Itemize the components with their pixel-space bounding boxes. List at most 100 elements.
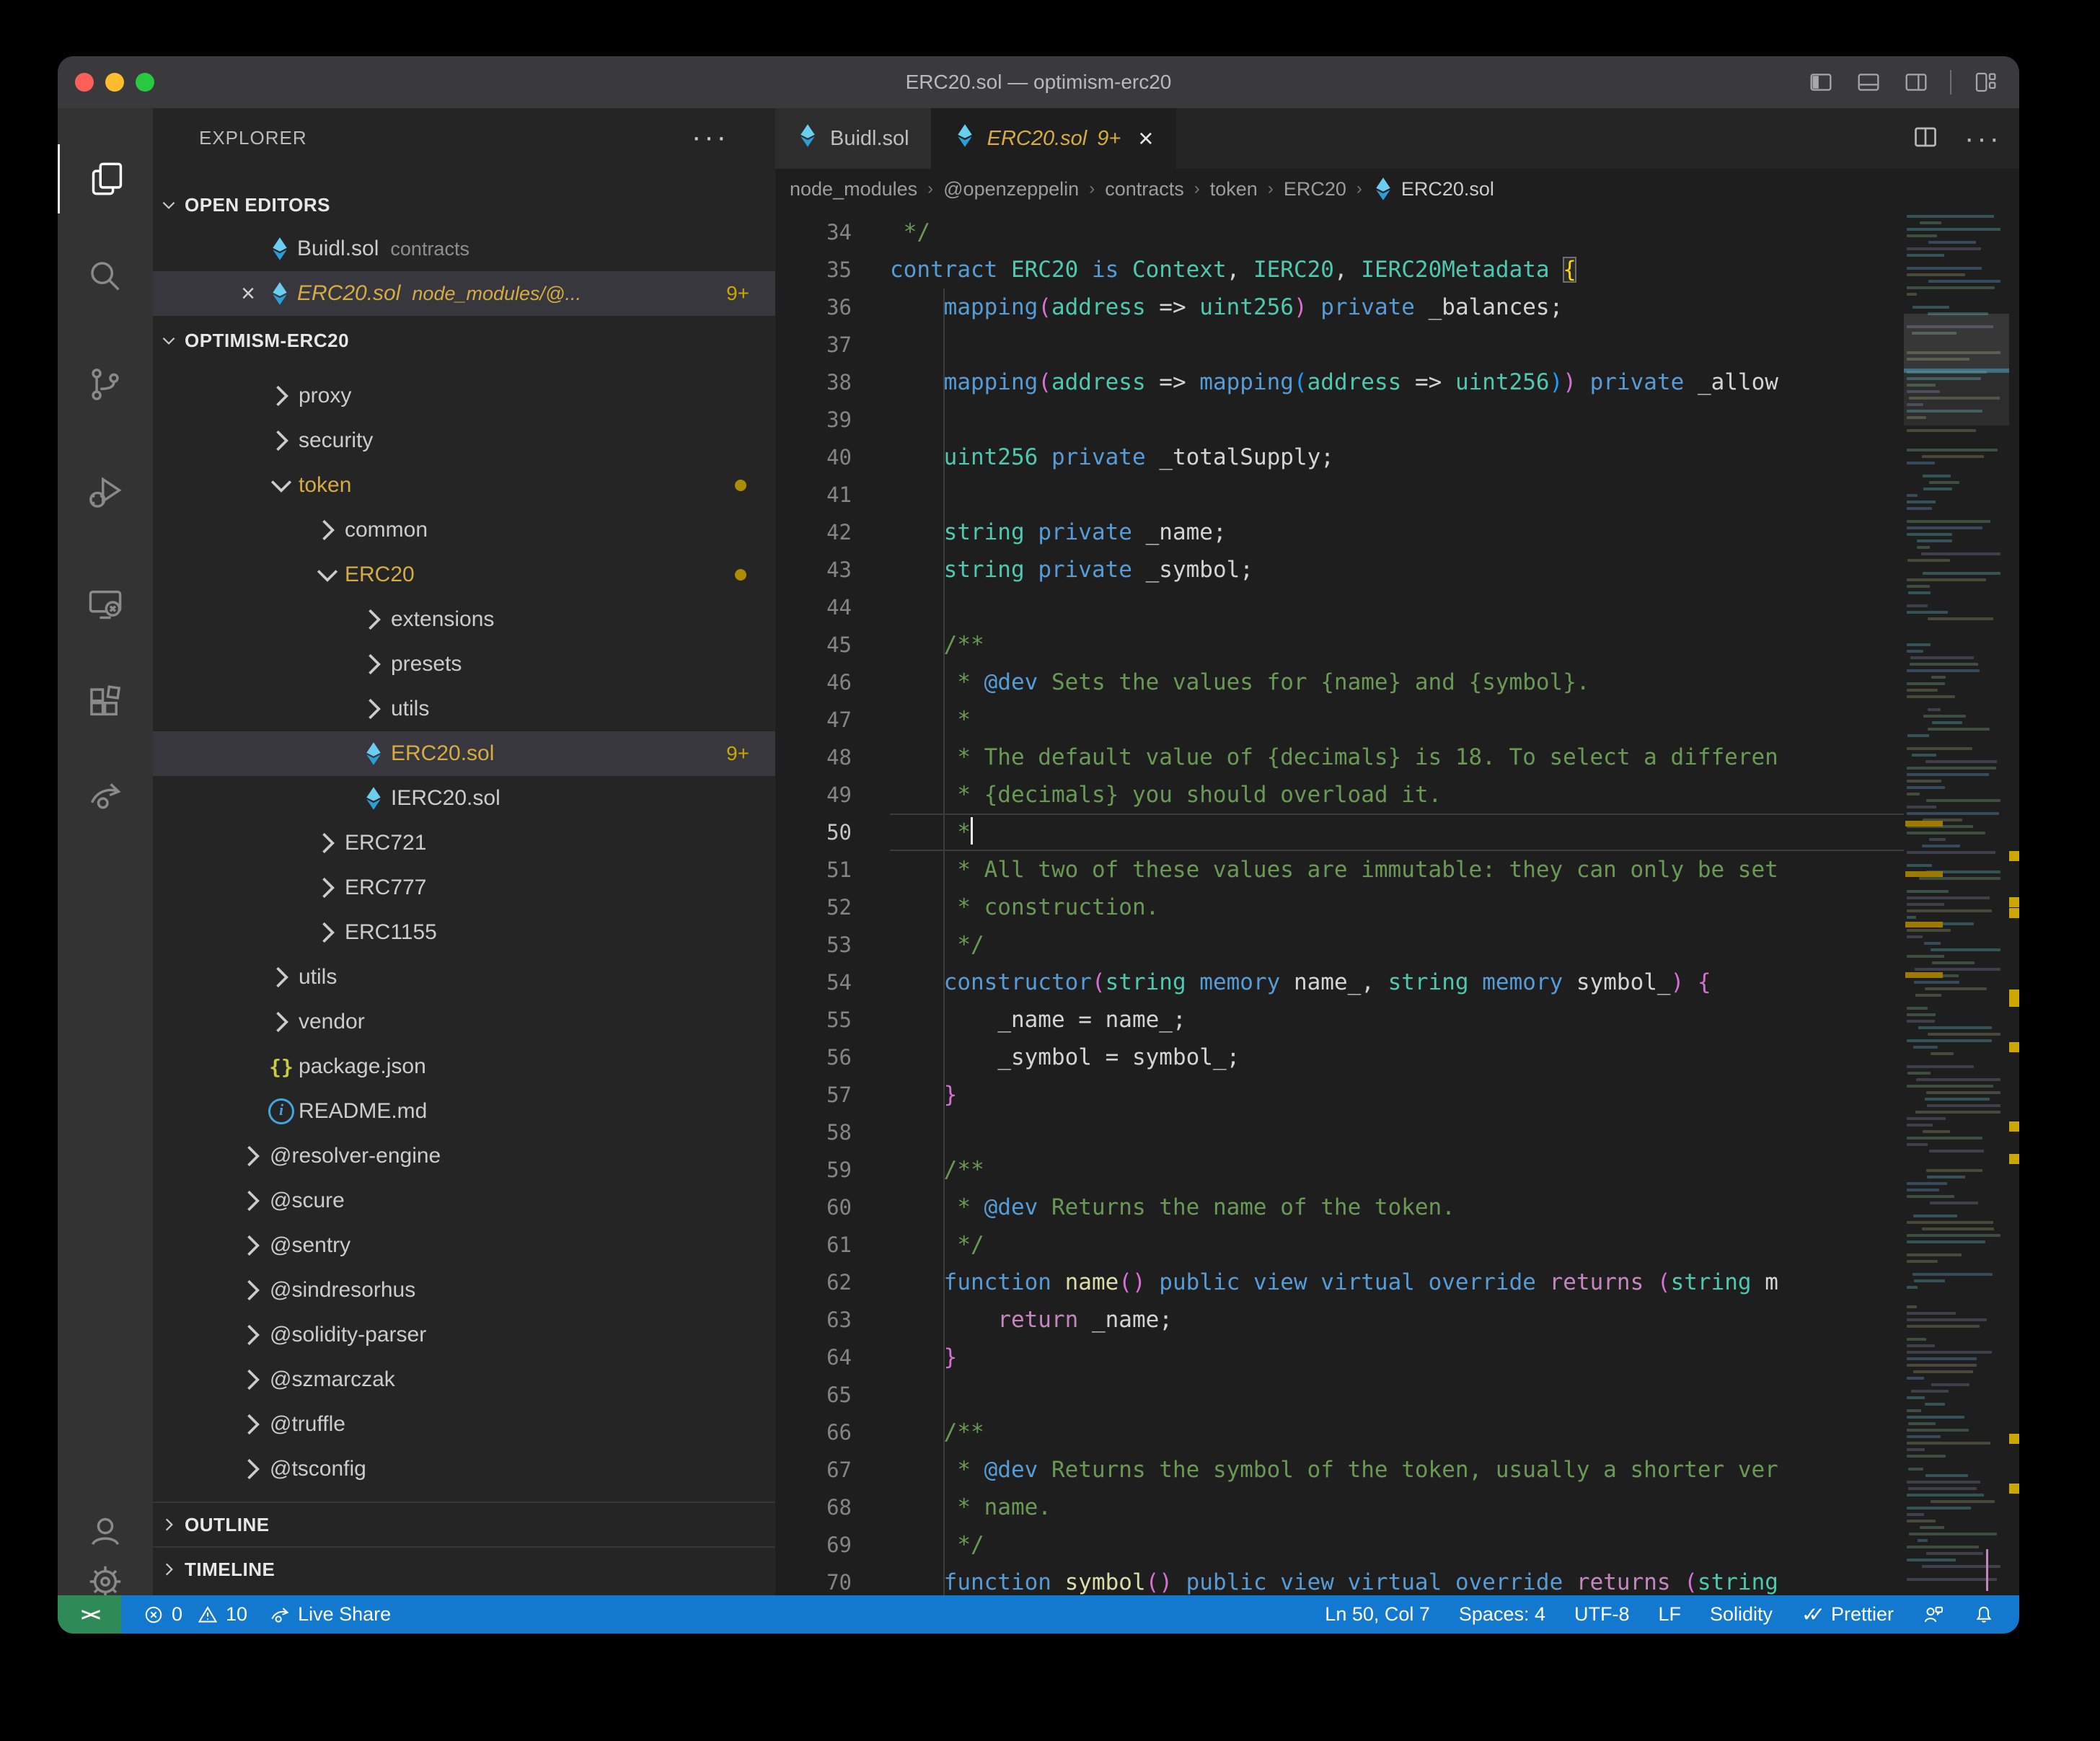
code-line-content[interactable]: } [890,1076,1904,1114]
breadcrumb-item-file[interactable]: ERC20.sol [1372,177,1494,201]
code-line-content[interactable]: */ [890,926,1904,964]
tree-item-@truffle[interactable]: @truffle [153,1402,775,1447]
tree-item-package.json[interactable]: {}package.json [153,1044,775,1089]
tree-item-@scure[interactable]: @scure [153,1178,775,1223]
tree-item-presets[interactable]: presets [153,642,775,687]
code-line-content[interactable]: */ [890,1226,1904,1264]
remote-indicator[interactable]: >< [58,1595,121,1634]
tree-item-@sindresorhus[interactable]: @sindresorhus [153,1268,775,1313]
code-line-content[interactable] [890,326,1904,363]
minimap[interactable] [1904,209,2009,1595]
tree-item-ERC1155[interactable]: ERC1155 [153,910,775,955]
close-icon[interactable]: × [232,280,264,308]
tree-item-vendor[interactable]: vendor [153,1000,775,1044]
code-line-content[interactable]: * construction. [890,889,1904,926]
section-outline[interactable]: OUTLINE [153,1502,775,1546]
customize-layout-icon[interactable] [1972,71,1999,94]
code-editor[interactable]: 34 */35contract ERC20 is Context, IERC20… [775,209,1904,1595]
activity-remote-explorer-icon[interactable] [58,570,153,639]
activity-extensions-icon[interactable] [58,667,153,736]
tree-item-security[interactable]: security [153,418,775,463]
code-line-content[interactable] [890,476,1904,514]
code-line-content[interactable]: contract ERC20 is Context, IERC20, IERC2… [890,251,1904,288]
tree-item-@solidity-parser[interactable]: @solidity-parser [153,1313,775,1357]
code-line-content[interactable]: * [890,814,1904,851]
tree-item-ERC20.sol[interactable]: ERC20.sol9+ [153,731,775,776]
code-line-content[interactable]: mapping(address => uint256) private _bal… [890,288,1904,326]
status-cursor-position[interactable]: Ln 50, Col 7 [1325,1603,1430,1626]
code-line-content[interactable]: } [890,1339,1904,1376]
open-editor-ERC20.sol[interactable]: ×ERC20.solnode_modules/@...9+ [153,271,775,316]
tree-item-README.md[interactable]: iREADME.md [153,1089,775,1134]
code-line-content[interactable]: constructor(string memory name_, string … [890,964,1904,1001]
tree-item-ERC721[interactable]: ERC721 [153,821,775,865]
code-line-content[interactable]: * [890,701,1904,739]
tree-item-proxy[interactable]: proxy [153,374,775,418]
status-problems[interactable]: 010 [143,1603,247,1626]
tree-item-@sentry[interactable]: @sentry [153,1223,775,1268]
explorer-more-actions-icon[interactable]: ··· [692,121,729,154]
code-line-content[interactable]: uint256 private _totalSupply; [890,438,1904,476]
code-line-content[interactable]: string private _name; [890,514,1904,551]
toggle-secondary-sidebar-icon[interactable] [1902,71,1930,94]
tree-item-IERC20.sol[interactable]: IERC20.sol [153,776,775,821]
code-line-content[interactable]: * The default value of {decimals} is 18.… [890,739,1904,776]
code-line-content[interactable]: /** [890,626,1904,664]
code-line-content[interactable] [890,1376,1904,1414]
status-language[interactable]: Solidity [1710,1603,1773,1626]
code-line-content[interactable]: */ [890,213,1904,251]
status-indentation[interactable]: Spaces: 4 [1459,1603,1545,1626]
code-line-content[interactable]: _symbol = symbol_; [890,1039,1904,1076]
tree-item-token[interactable]: token [153,463,775,508]
code-line-content[interactable]: * @dev Returns the symbol of the token, … [890,1451,1904,1489]
activity-source-control-icon[interactable] [58,350,153,419]
code-line-content[interactable] [890,1114,1904,1151]
code-line-content[interactable]: * @dev Returns the name of the token. [890,1189,1904,1226]
tab-Buidl.sol[interactable]: Buidl.sol [775,108,932,169]
activity-explorer-icon[interactable] [58,144,155,213]
code-line-content[interactable]: * All two of these values are immutable:… [890,851,1904,889]
tab-ERC20.sol[interactable]: ERC20.sol9+× [932,108,1177,169]
status-formatter[interactable]: ✓✓Prettier [1801,1603,1894,1626]
breadcrumb-item[interactable]: @openzeppelin [943,178,1079,200]
toggle-panel-icon[interactable] [1855,71,1882,94]
tree-item-utils[interactable]: utils [153,687,775,731]
tree-item-ERC777[interactable]: ERC777 [153,865,775,910]
split-editor-icon[interactable] [1912,124,1938,154]
activity-search-icon[interactable] [58,242,153,311]
code-line-content[interactable]: /** [890,1151,1904,1189]
code-line-content[interactable]: string private _symbol; [890,551,1904,589]
tree-item-@szmarczak[interactable]: @szmarczak [153,1357,775,1402]
open-editor-Buidl.sol[interactable]: Buidl.solcontracts [153,226,775,271]
tree-item-@tsconfig[interactable]: @tsconfig [153,1447,775,1491]
breadcrumb-item[interactable]: contracts [1105,178,1184,200]
activity-run-debug-icon[interactable] [58,458,153,527]
status-notifications[interactable] [1973,1604,1995,1626]
code-line-content[interactable]: _name = name_; [890,1001,1904,1039]
more-actions-icon[interactable]: ··· [1964,123,2002,155]
code-line-content[interactable]: function symbol() public view virtual ov… [890,1564,1904,1595]
toggle-sidebar-icon[interactable] [1807,71,1835,94]
section-timeline[interactable]: TIMELINE [153,1546,775,1591]
code-line-content[interactable] [890,589,1904,626]
code-line-content[interactable]: /** [890,1414,1904,1451]
activity-live-share-icon[interactable] [58,761,153,830]
status-eol[interactable]: LF [1658,1603,1681,1626]
code-line-content[interactable]: mapping(address => mapping(address => ui… [890,363,1904,401]
breadcrumb-item[interactable]: ERC20 [1284,178,1346,200]
close-icon[interactable]: × [1138,123,1153,154]
breadcrumb-item[interactable]: node_modules [790,178,917,200]
breadcrumb-item[interactable]: token [1210,178,1258,200]
section-workspace-root[interactable]: OPTIMISM-ERC20 [153,319,775,362]
status-live-share[interactable]: Live Share [269,1603,391,1626]
code-line-content[interactable]: * @dev Sets the values for {name} and {s… [890,664,1904,701]
code-line-content[interactable]: * name. [890,1489,1904,1526]
code-line-content[interactable]: return _name; [890,1301,1904,1339]
tree-item-utils[interactable]: utils [153,955,775,1000]
status-encoding[interactable]: UTF-8 [1574,1603,1630,1626]
tree-item-extensions[interactable]: extensions [153,597,775,642]
tree-item-common[interactable]: common [153,508,775,552]
code-line-content[interactable] [890,401,1904,438]
tree-item-ERC20[interactable]: ERC20 [153,552,775,597]
code-line-content[interactable]: * {decimals} you should overload it. [890,776,1904,814]
